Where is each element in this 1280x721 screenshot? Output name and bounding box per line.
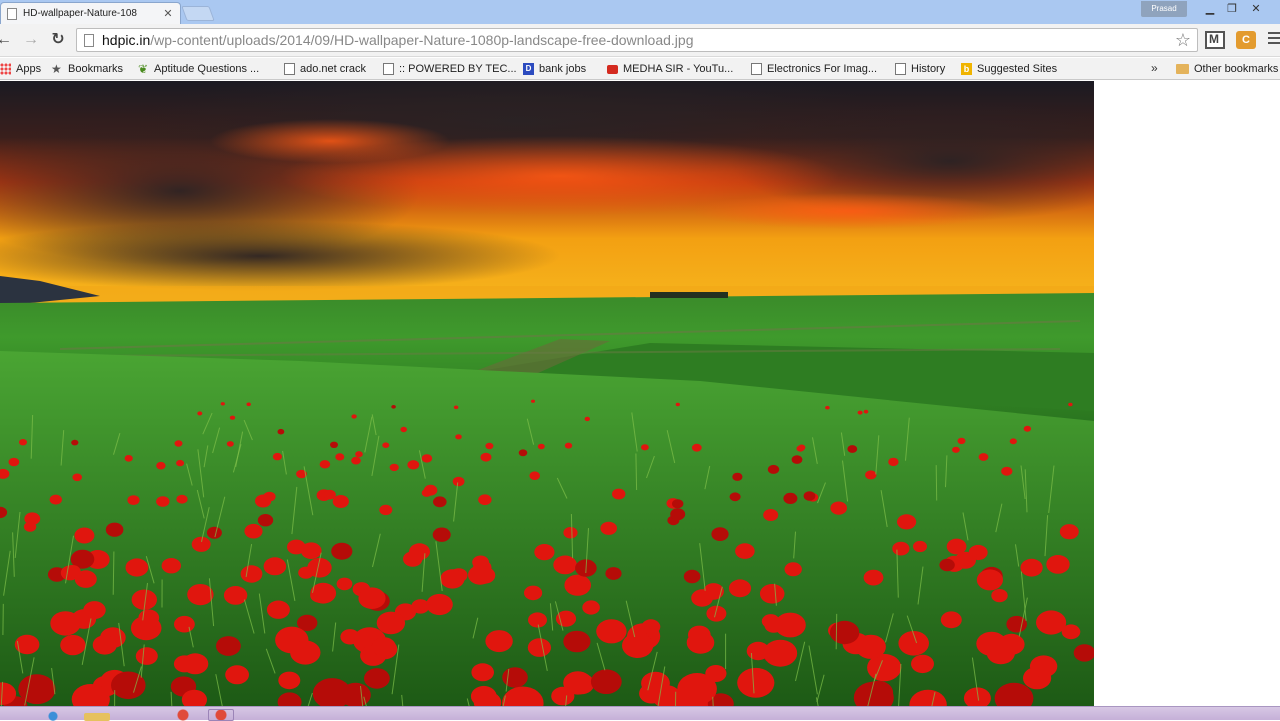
bookmark-history[interactable]: History [895, 61, 945, 77]
page-info-icon[interactable] [84, 34, 94, 47]
address-url[interactable]: hdpic.in/wp-content/uploads/2014/09/HD-w… [102, 32, 693, 48]
landscape-image-drawing [0, 81, 1094, 706]
close-window-button[interactable]: ✕ [1244, 0, 1268, 20]
page-icon [284, 63, 295, 75]
page-favicon-icon [7, 8, 17, 20]
start-button-icon[interactable] [40, 709, 66, 721]
other-bookmarks-label: Other bookmarks [1194, 63, 1278, 75]
folder-icon [1176, 64, 1189, 74]
new-tab-button[interactable] [181, 6, 214, 21]
bookmark-label: Apps [16, 63, 41, 75]
bookmark-star-icon[interactable]: ☆ [1175, 30, 1191, 51]
chrome-taskbar-active-icon[interactable] [208, 709, 234, 721]
bookmarks-overflow-chevron[interactable]: » [1151, 61, 1158, 75]
bookmark-label: ado.net crack [300, 63, 366, 75]
page-icon [383, 63, 394, 75]
tab-close-icon[interactable]: ✕ [162, 7, 174, 20]
bookmark-label: Aptitude Questions ... [154, 63, 259, 75]
back-button[interactable]: ← [0, 30, 14, 50]
bookmark-aptitude[interactable]: ❦ Aptitude Questions ... [138, 61, 259, 77]
maximize-button[interactable]: ❐ [1220, 0, 1244, 20]
leaf-icon: ❦ [138, 63, 149, 75]
chrome-menu-icon[interactable] [1268, 32, 1280, 46]
bookmark-apps[interactable]: Apps [0, 61, 41, 77]
bing-icon: b [961, 63, 972, 75]
bookmark-label: :: POWERED BY TEC... [399, 63, 517, 75]
bookmark-label: bank jobs [539, 63, 586, 75]
bookmark-medha-sir[interactable]: MEDHA SIR - YouTu... [607, 61, 733, 77]
bookmark-bookmarks[interactable]: ★ Bookmarks [51, 61, 123, 77]
apps-grid-icon [0, 63, 11, 75]
bookmark-label: Bookmarks [68, 63, 123, 75]
bookmark-suggested-sites[interactable]: b Suggested Sites [961, 61, 1057, 77]
url-path: /wp-content/uploads/2014/09/HD-wallpaper… [150, 32, 693, 48]
extension-icon[interactable]: C [1236, 31, 1256, 49]
bookmark-label: MEDHA SIR - YouTu... [623, 63, 733, 75]
bookmark-label: History [911, 63, 945, 75]
page-icon [751, 63, 762, 75]
forward-button[interactable]: → [21, 30, 41, 50]
tab-active[interactable]: HD-wallpaper-Nature-108 ✕ [0, 2, 181, 24]
bookmark-bank-jobs[interactable]: D bank jobs [523, 61, 586, 77]
gmail-extension-icon[interactable] [1205, 31, 1225, 49]
landscape-image[interactable] [0, 81, 1094, 706]
star-icon: ★ [51, 63, 63, 75]
bookmark-powered-by[interactable]: :: POWERED BY TEC... [383, 61, 517, 77]
tab-title: HD-wallpaper-Nature-108 [23, 8, 162, 19]
bookmark-electronics[interactable]: Electronics For Imag... [751, 61, 877, 77]
bookmark-ado-net[interactable]: ado.net crack [284, 61, 366, 77]
profile-button[interactable]: Prasad [1141, 1, 1187, 17]
taskbar [0, 706, 1280, 720]
page-icon [895, 63, 906, 75]
bookmark-label: Suggested Sites [977, 63, 1057, 75]
page-viewport[interactable] [0, 81, 1280, 706]
toolbar: ← → ↻ hdpic.in/wp-content/uploads/2014/0… [0, 24, 1280, 57]
address-bar[interactable]: hdpic.in/wp-content/uploads/2014/09/HD-w… [76, 28, 1198, 52]
url-host: hdpic.in [102, 32, 150, 48]
d-icon: D [523, 63, 534, 75]
minimize-button[interactable]: ▁ [1198, 0, 1222, 20]
bookmark-label: Electronics For Imag... [767, 63, 877, 75]
youtube-icon [607, 65, 618, 74]
tab-strip: HD-wallpaper-Nature-108 ✕ Prasad ▁ ❐ ✕ [0, 0, 1280, 24]
reload-button[interactable]: ↻ [48, 30, 68, 50]
bookmarks-bar: Apps ★ Bookmarks ❦ Aptitude Questions ..… [0, 58, 1280, 80]
chrome-taskbar-icon[interactable] [170, 709, 196, 721]
other-bookmarks[interactable]: Other bookmarks [1176, 61, 1278, 77]
